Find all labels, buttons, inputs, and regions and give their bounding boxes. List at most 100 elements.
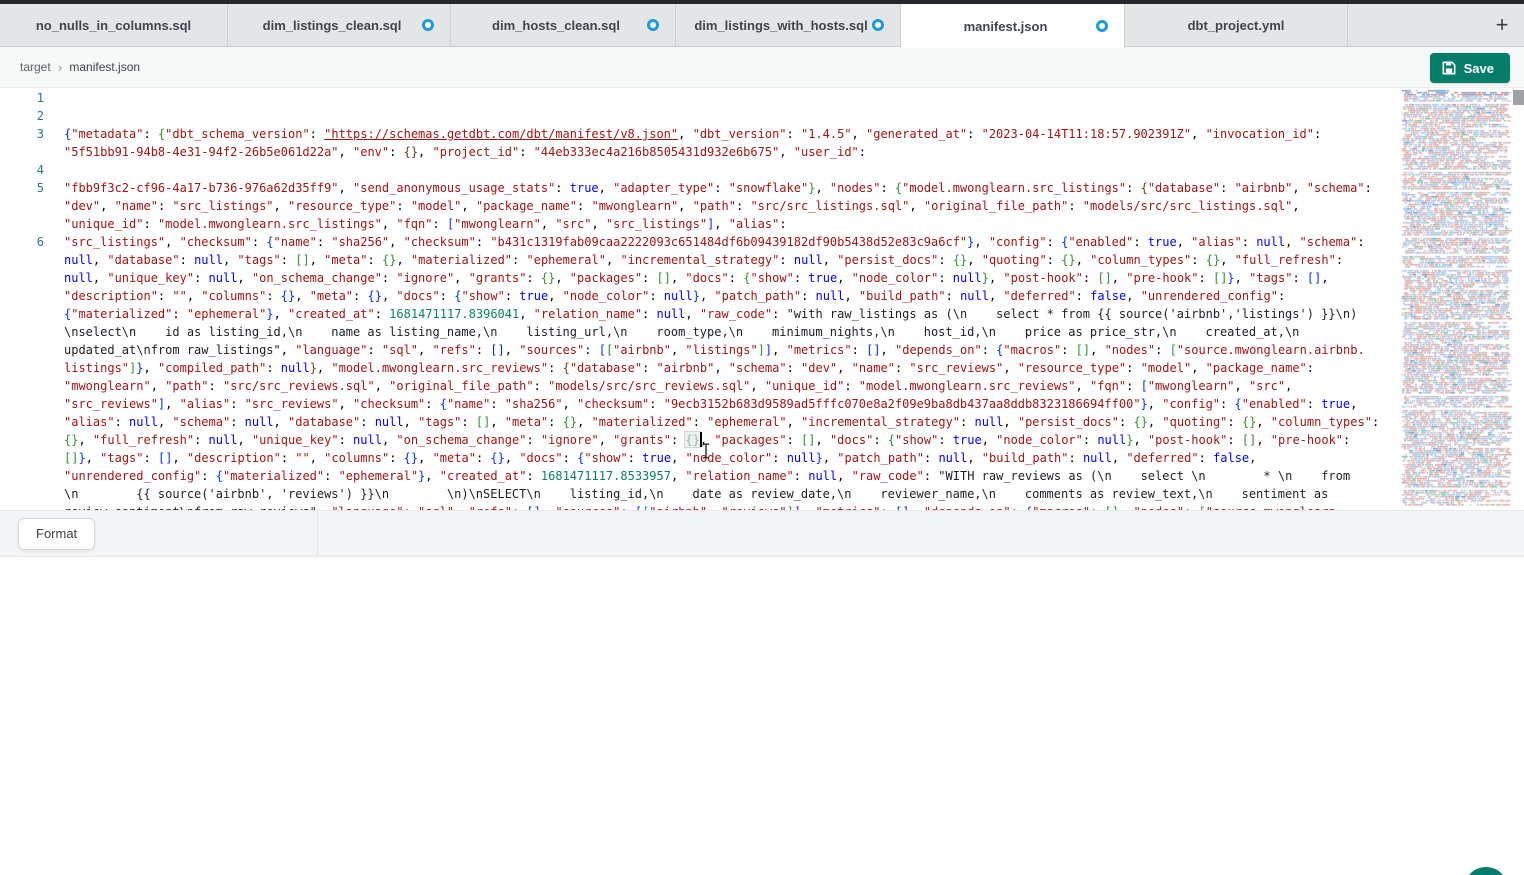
code-row-text: {"metadata": {"dbt_schema_version": "htt… (64, 125, 1321, 143)
code-row-text: "unique_id": "model.mwonglearn.src_listi… (64, 215, 787, 233)
code-row[interactable]: 4 (0, 161, 1398, 179)
editor-tab-bar: no_nulls_in_columns.sql dim_listings_clea… (0, 4, 1524, 47)
code-row-text: "mwonglearn", "path": "src/src_reviews.s… (64, 377, 1292, 395)
code-row[interactable]: {"materialized": "ephemeral"}, "created_… (0, 305, 1398, 323)
code-row[interactable]: null, "unique_key": null, "on_schema_cha… (0, 269, 1398, 287)
line-number (0, 323, 44, 341)
line-number (0, 503, 44, 510)
line-number (0, 197, 44, 215)
line-number (0, 485, 44, 503)
code-row-text: listings"]}, "compiled_path": null}, "mo… (64, 359, 1314, 377)
breadcrumb-separator-icon: › (58, 59, 63, 75)
editor-scrollbar-thumb[interactable] (1513, 90, 1524, 105)
bracket-match-highlight (684, 431, 700, 448)
breadcrumb: target › manifest.json (20, 59, 140, 75)
unsaved-changes-dot[interactable] (647, 19, 659, 31)
help-chat-widget-button[interactable] (1464, 867, 1508, 875)
line-number: 1 (0, 89, 44, 107)
code-row[interactable]: 6"src_listings", "checksum": {"name": "s… (0, 233, 1398, 251)
line-number (0, 431, 44, 449)
tab-label: dbt_project.yml (1188, 18, 1285, 33)
line-number (0, 449, 44, 467)
tab-label: dim_listings_clean.sql (263, 18, 402, 33)
tab-no_nulls_in_columns.sql[interactable]: no_nulls_in_columns.sql (0, 4, 228, 46)
line-number: 3 (0, 125, 44, 143)
line-number (0, 467, 44, 485)
code-row[interactable]: updated_at\nfrom raw_listings", "languag… (0, 341, 1398, 359)
code-row[interactable]: \nselect\n id as listing_id,\n name as l… (0, 323, 1398, 341)
line-number (0, 287, 44, 305)
code-row-text: []}, "tags": [], "description": "", "col… (64, 449, 1256, 467)
code-row-text: "dev", "name": "src_listings", "resource… (64, 197, 1300, 215)
code-row[interactable]: []}, "tags": [], "description": "", "col… (0, 449, 1398, 467)
code-row-text: "description": "", "columns": {}, "meta"… (64, 287, 1285, 305)
unsaved-changes-dot[interactable] (872, 19, 884, 31)
line-number: 5 (0, 179, 44, 197)
code-row-text: "5f51bb91-94b8-4e31-94f2-26b5e061d22a", … (64, 143, 866, 161)
results-panel-empty (0, 557, 1524, 875)
tab-manifest.json[interactable]: manifest.json (901, 4, 1125, 48)
code-row[interactable]: \n {{ source('airbnb', 'reviews') }}\n \… (0, 485, 1398, 503)
code-row[interactable]: 5 "fbb9f3c2-cf96-4a17-b736-976a62d35ff9",… (0, 179, 1398, 197)
tab-dim_hosts_clean.sql[interactable]: dim_hosts_clean.sql (451, 4, 676, 46)
line-number (0, 359, 44, 377)
toolbar-divider (317, 511, 318, 556)
line-number (0, 305, 44, 323)
tab-dim_listings_clean.sql[interactable]: dim_listings_clean.sql (228, 4, 451, 46)
tab-label: no_nulls_in_columns.sql (36, 18, 191, 33)
save-button[interactable]: Save (1430, 53, 1510, 83)
code-row-text: null, "database": null, "tags": [], "met… (64, 251, 1343, 269)
code-row[interactable]: listings"]}, "compiled_path": null}, "mo… (0, 359, 1398, 377)
unsaved-changes-dot[interactable] (422, 19, 434, 31)
code-row[interactable]: "description": "", "columns": {}, "meta"… (0, 287, 1398, 305)
mouse-ibeam-cursor (701, 443, 711, 459)
code-row-text: "src_reviews"], "alias": "src_reviews", … (64, 395, 1357, 413)
code-row-text: review_sentiment\nfrom raw_reviews", "la… (64, 503, 1336, 510)
line-number (0, 143, 44, 161)
code-row-text: null, "unique_key": null, "on_schema_cha… (64, 269, 1329, 287)
code-editor[interactable]: 123 {"metadata": {"dbt_schema_version": "… (0, 88, 1524, 510)
code-row-text: "alias": null, "schema": null, "database… (64, 413, 1379, 431)
tab-label: dim_listings_with_hosts.sql (694, 18, 867, 33)
unsaved-changes-dot[interactable] (1096, 20, 1108, 32)
line-number (0, 269, 44, 287)
tab-label: manifest.json (964, 19, 1048, 34)
code-row-text: "unrendered_config": {"materialized": "e… (64, 467, 1350, 485)
code-row[interactable]: "dev", "name": "src_listings", "resource… (0, 197, 1398, 215)
tab-dim_listings_with_hosts.sql[interactable]: dim_listings_with_hosts.sql (676, 4, 901, 46)
code-row[interactable]: "unrendered_config": {"materialized": "e… (0, 467, 1398, 485)
code-row[interactable]: 3 {"metadata": {"dbt_schema_version": "ht… (0, 125, 1398, 143)
code-row[interactable]: "unique_id": "model.mwonglearn.src_listi… (0, 215, 1398, 233)
tab-dbt_project.yml[interactable]: dbt_project.yml (1125, 4, 1348, 46)
tab-label: dim_hosts_clean.sql (492, 18, 620, 33)
save-floppy-icon (1442, 61, 1456, 75)
line-number: 6 (0, 233, 44, 251)
breadcrumb-bar: target › manifest.json Save (0, 47, 1524, 88)
code-row[interactable]: "alias": null, "schema": null, "database… (0, 413, 1398, 431)
new-tab-button[interactable]: + (1488, 11, 1516, 39)
breadcrumb-segment[interactable]: manifest.json (69, 60, 140, 74)
code-row-text: {"materialized": "ephemeral"}, "created_… (64, 305, 1357, 323)
code-row[interactable]: "5f51bb91-94b8-4e31-94f2-26b5e061d22a", … (0, 143, 1398, 161)
code-row[interactable]: "src_reviews"], "alias": "src_reviews", … (0, 395, 1398, 413)
code-row-text: updated_at\nfrom raw_listings", "languag… (64, 341, 1365, 359)
code-row[interactable]: null, "database": null, "tags": [], "met… (0, 251, 1398, 269)
code-row-text: \nselect\n id as listing_id,\n name as l… (64, 323, 1299, 341)
tabs-container: no_nulls_in_columns.sql dim_listings_clea… (0, 4, 1348, 46)
line-number (0, 341, 44, 359)
save-button-label: Save (1464, 61, 1494, 76)
code-row[interactable]: 2 (0, 107, 1398, 125)
editor-footer-toolbar: Format (0, 510, 1524, 557)
breadcrumb-segment[interactable]: target (20, 60, 51, 74)
line-number (0, 377, 44, 395)
minimap[interactable] (1400, 88, 1512, 510)
line-number (0, 215, 44, 233)
code-row-text: \n {{ source('airbnb', 'reviews') }}\n \… (64, 485, 1328, 503)
format-button[interactable]: Format (18, 518, 95, 550)
code-row[interactable]: 1 (0, 89, 1398, 107)
line-number: 2 (0, 107, 44, 125)
code-row-text: "fbb9f3c2-cf96-4a17-b736-976a62d35ff9", … (64, 179, 1372, 197)
line-number: 4 (0, 161, 44, 179)
code-row[interactable]: "mwonglearn", "path": "src/src_reviews.s… (0, 377, 1398, 395)
code-row[interactable]: review_sentiment\nfrom raw_reviews", "la… (0, 503, 1398, 510)
